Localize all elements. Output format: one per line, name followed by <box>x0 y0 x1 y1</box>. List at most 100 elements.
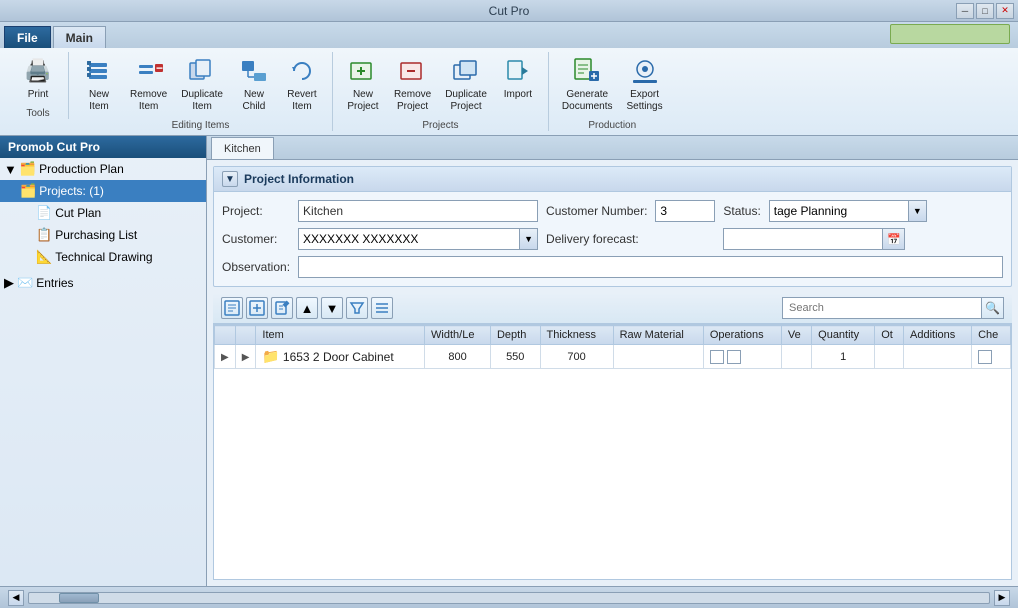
item-name: 1653 2 Door Cabinet <box>283 350 394 364</box>
col-operations[interactable]: Operations <box>703 326 781 345</box>
col-thickness[interactable]: Thickness <box>540 326 613 345</box>
customer-dropdown-btn[interactable]: ▼ <box>520 228 538 250</box>
import-label: Import <box>504 89 532 101</box>
col-che[interactable]: Che <box>972 326 1011 345</box>
print-label: Print <box>28 89 49 101</box>
window-title: Cut Pro <box>489 4 530 18</box>
move-down-btn[interactable]: ▼ <box>321 297 343 319</box>
print-button[interactable]: 🖨️ Print <box>16 52 60 104</box>
sidebar-item-technical-drawing[interactable]: 📐 Technical Drawing <box>0 246 206 268</box>
editing-group-label: Editing Items <box>172 120 230 131</box>
remove-item-button[interactable]: − Remove Item <box>125 52 172 116</box>
generate-documents-label: Generate Documents <box>562 89 613 113</box>
delivery-forecast-label: Delivery forecast: <box>546 232 647 246</box>
export-settings-button[interactable]: Export Settings <box>621 52 667 116</box>
status-label: Status: <box>723 204 760 218</box>
observation-input[interactable] <box>298 256 1003 278</box>
ribbon-content: 🖨️ Print Tools New Item <box>0 48 1018 136</box>
list-icon-purchasing: 📋 <box>36 227 52 243</box>
row-raw-material-cell <box>613 345 703 369</box>
status-input[interactable] <box>769 200 909 222</box>
col-expand2 <box>235 326 256 345</box>
import-button[interactable]: Import <box>496 52 540 104</box>
col-raw-material[interactable]: Raw Material <box>613 326 703 345</box>
duplicate-item-icon <box>186 55 218 87</box>
row-bullet-cell[interactable]: ▶ <box>235 345 256 369</box>
sidebar-item-projects[interactable]: 🗂️ Projects: (1) <box>0 180 206 202</box>
revert-item-label: Revert Item <box>287 89 316 113</box>
customer-input[interactable] <box>298 228 520 250</box>
add-group-btn[interactable] <box>221 297 243 319</box>
che-checkbox[interactable] <box>978 350 992 364</box>
revert-item-button[interactable]: Revert Item <box>280 52 324 116</box>
production-plan-label: Production Plan <box>39 162 124 176</box>
title-bar: Cut Pro ─ □ ✕ <box>0 0 1018 22</box>
col-item[interactable]: Item <box>256 326 425 345</box>
observation-label: Observation: <box>222 260 290 274</box>
new-child-button[interactable]: New Child <box>232 52 276 116</box>
sidebar-item-purchasing-list[interactable]: 📋 Purchasing List <box>0 224 206 246</box>
col-width[interactable]: Width/Le <box>425 326 491 345</box>
edit-btn[interactable] <box>271 297 293 319</box>
doc-icon-cut-plan: 📄 <box>36 205 52 221</box>
tab-file[interactable]: File <box>4 26 51 48</box>
settings-btn[interactable] <box>371 297 393 319</box>
folder-icon-projects: 🗂️ <box>20 183 36 199</box>
col-quantity[interactable]: Quantity <box>812 326 875 345</box>
row-quantity-cell: 1 <box>812 345 875 369</box>
row-depth-cell: 550 <box>490 345 540 369</box>
col-ot[interactable]: Ot <box>875 326 904 345</box>
duplicate-project-button[interactable]: Duplicate Project <box>440 52 492 116</box>
progress-bar <box>890 24 1010 44</box>
data-table: Item Width/Le Depth Thickness Raw Materi… <box>214 325 1011 369</box>
technical-drawing-label: Technical Drawing <box>55 250 152 264</box>
ribbon-items-projects: New Project Remove Project <box>341 52 540 116</box>
filter-btn[interactable] <box>346 297 368 319</box>
scroll-left-btn[interactable]: ◀ <box>8 590 24 606</box>
search-input[interactable] <box>782 297 982 319</box>
cut-plan-label: Cut Plan <box>55 206 101 220</box>
horizontal-scrollbar[interactable] <box>28 592 990 604</box>
status-dropdown-btn[interactable]: ▼ <box>909 200 927 222</box>
move-up-btn[interactable]: ▲ <box>296 297 318 319</box>
project-section-header: ▼ Project Information <box>214 167 1011 192</box>
op-checkbox-2[interactable] <box>727 350 741 364</box>
sidebar-item-production-plan[interactable]: ▼ 🗂️ Production Plan <box>0 158 206 180</box>
search-button[interactable]: 🔍 <box>982 297 1004 319</box>
generate-documents-button[interactable]: Generate Documents <box>557 52 618 116</box>
new-project-button[interactable]: New Project <box>341 52 385 116</box>
customer-label: Customer: <box>222 232 290 246</box>
kitchen-tab[interactable]: Kitchen <box>211 137 274 159</box>
customer-number-input[interactable] <box>655 200 715 222</box>
ribbon-group-production: Generate Documents Export Settings Produ… <box>549 52 676 131</box>
add-btn[interactable] <box>246 297 268 319</box>
project-input[interactable] <box>298 200 538 222</box>
projects-label: Projects: (1) <box>39 184 104 198</box>
minimize-button[interactable]: ─ <box>956 3 974 19</box>
section-toggle[interactable]: ▼ <box>222 171 238 187</box>
project-section-title: Project Information <box>244 172 354 186</box>
svg-text:−: − <box>156 61 163 75</box>
ribbon-items-production: Generate Documents Export Settings <box>557 52 668 116</box>
sidebar-item-entries[interactable]: ▶ ✉️ Entries <box>0 272 206 294</box>
row-expand-btn[interactable]: ▶ <box>221 352 229 363</box>
col-ve[interactable]: Ve <box>781 326 811 345</box>
scrollbar-thumb[interactable] <box>59 593 99 603</box>
col-depth[interactable]: Depth <box>490 326 540 345</box>
col-additions[interactable]: Additions <box>904 326 972 345</box>
op-checkbox-1[interactable] <box>710 350 724 364</box>
new-item-button[interactable]: New Item <box>77 52 121 116</box>
scroll-right-btn[interactable]: ▶ <box>994 590 1010 606</box>
duplicate-item-button[interactable]: Duplicate Item <box>176 52 228 116</box>
col-expand <box>215 326 236 345</box>
delivery-date-input[interactable] <box>723 228 883 250</box>
new-item-icon <box>83 55 115 87</box>
tab-main[interactable]: Main <box>53 26 106 48</box>
sidebar-item-cut-plan[interactable]: 📄 Cut Plan <box>0 202 206 224</box>
close-button[interactable]: ✕ <box>996 3 1014 19</box>
restore-button[interactable]: □ <box>976 3 994 19</box>
calendar-btn[interactable]: 📅 <box>883 228 905 250</box>
row-expand-cell[interactable]: ▶ <box>215 345 236 369</box>
purchasing-list-label: Purchasing List <box>55 228 137 242</box>
remove-project-button[interactable]: Remove Project <box>389 52 436 116</box>
